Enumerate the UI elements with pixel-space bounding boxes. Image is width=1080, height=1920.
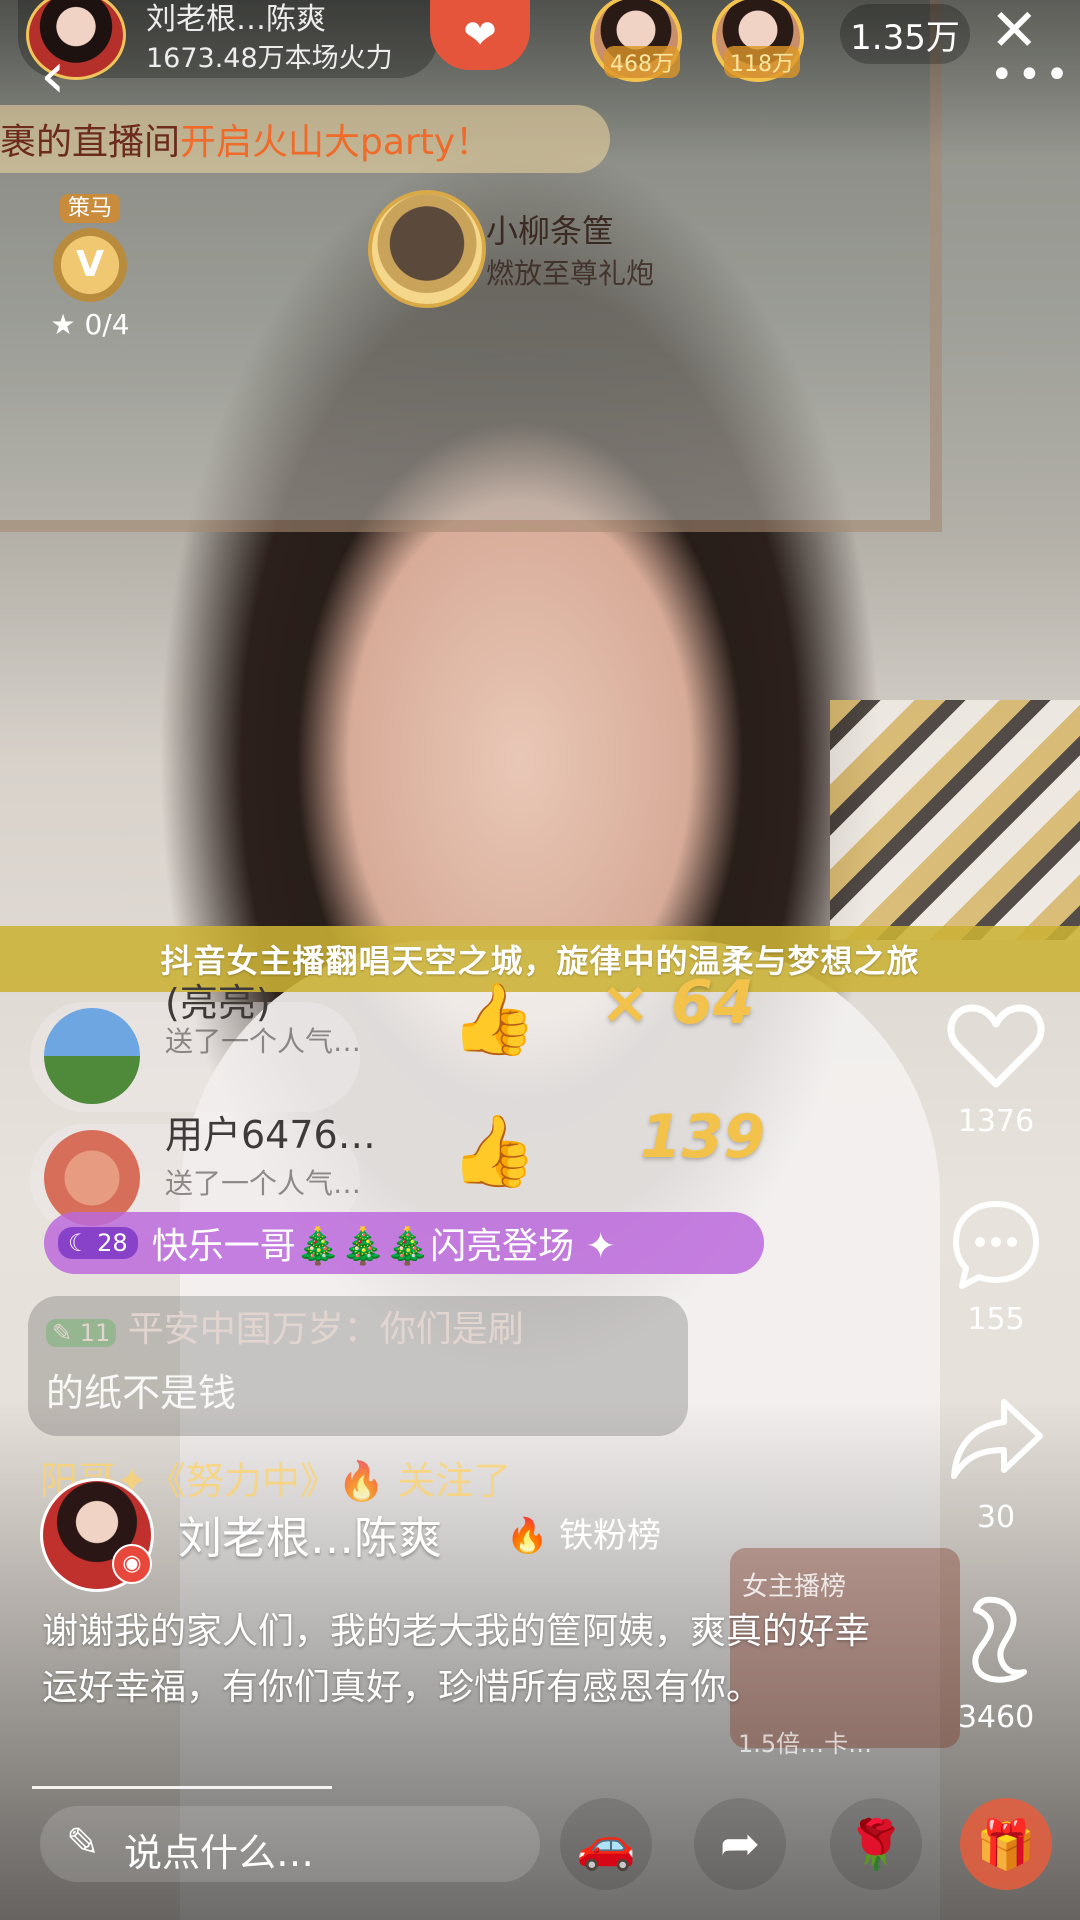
banner-prefix: 裹 xyxy=(0,122,37,163)
thumbs-up-icon: 👍 xyxy=(450,978,538,1060)
chat-message-line: 的纸不是钱 xyxy=(46,1371,237,1415)
party-banner: 裹 的直播间 开启火山大party！ xyxy=(0,105,610,173)
music-count: 3460 xyxy=(957,1700,1035,1735)
gift-button[interactable]: 🎁 xyxy=(960,1798,1052,1890)
level-badge: ✎ 11 xyxy=(46,1319,117,1347)
vip-task[interactable]: 策马 V ★ 0/4 xyxy=(30,190,150,341)
viewer-count[interactable]: 1.35万 xyxy=(840,4,970,64)
heart-icon: ❤ xyxy=(463,12,497,58)
share-count: 30 xyxy=(976,1500,1016,1535)
viewer-badge: 118万 xyxy=(724,46,800,78)
close-icon[interactable]: ✕ xyxy=(990,0,1039,60)
level-badge: ☾ 28 xyxy=(58,1227,138,1259)
vip-medal-icon: V xyxy=(53,228,127,302)
share-bottom-button[interactable]: ➦ xyxy=(694,1798,786,1890)
back-icon[interactable]: ‹ xyxy=(40,44,66,108)
gift-count: 139 xyxy=(640,1102,766,1172)
level-value: 28 xyxy=(97,1229,128,1257)
viewer-badge: 468万 xyxy=(604,46,680,78)
rose-icon: 🌹 xyxy=(846,1816,906,1873)
car-icon: 🚗 xyxy=(576,1816,636,1873)
entrant-avatar[interactable] xyxy=(368,190,486,308)
progress-bar[interactable] xyxy=(32,1786,332,1789)
live-badge-icon: ◉ xyxy=(112,1544,152,1584)
host-name: 刘老根…陈爽 xyxy=(146,2,326,37)
vip-tag: 策马 xyxy=(59,194,120,223)
banner-highlight: 开启火山大party！ xyxy=(180,122,492,163)
pillow xyxy=(830,700,1080,940)
heart-icon xyxy=(947,1004,1045,1088)
gift-desc: 送了一个人气… xyxy=(165,1167,362,1200)
title-bar: 抖音女主播翻唱天空之城，旋律中的温柔与梦想之旅 xyxy=(0,926,1080,992)
chat-message: 快乐一哥🎄🎄🎄闪亮登场 ✦ xyxy=(151,1226,616,1267)
car-gift-button[interactable]: 🚗 xyxy=(560,1798,652,1890)
vip-count: ★ 0/4 xyxy=(50,308,130,341)
chat-text: 平安中国万岁：你们是刷 xyxy=(127,1309,524,1350)
pencil-icon: ✎ xyxy=(66,1820,100,1866)
share-arrow-icon: ➦ xyxy=(719,1816,761,1872)
gifter-avatar[interactable] xyxy=(44,1008,140,1104)
like-button[interactable] xyxy=(946,1000,1046,1094)
entrant-action: 燃放至尊礼炮 xyxy=(486,257,655,290)
music-note-icon xyxy=(972,1596,1027,1683)
comment-icon xyxy=(953,1201,1039,1289)
gift-box-icon: 🎁 xyxy=(976,1816,1036,1873)
like-count: 1376 xyxy=(957,1104,1035,1139)
chat-entry-highlight[interactable]: ☾ 28 快乐一哥🎄🎄🎄闪亮登场 ✦ xyxy=(44,1212,764,1274)
host-heat: 1673.48万本场火力 xyxy=(146,43,393,74)
thumbs-up-icon: 👍 xyxy=(450,1110,538,1192)
gift-desc: 送了一个人气… xyxy=(165,1025,362,1058)
more-icon[interactable]: ••• xyxy=(990,52,1073,98)
share-button[interactable] xyxy=(946,1392,1046,1492)
follow-button[interactable]: ❤ xyxy=(430,0,530,70)
video-description: 谢谢我的家人们，我的老大我的筐阿姨，爽真的好幸运好幸福，有你们真好，珍惜所有感恩… xyxy=(42,1611,871,1708)
comment-count: 155 xyxy=(967,1302,1025,1337)
level-value: 11 xyxy=(79,1319,111,1347)
flame-icon: 🔥 xyxy=(506,1516,549,1556)
comment-button[interactable] xyxy=(946,1196,1046,1296)
share-icon xyxy=(951,1399,1043,1479)
gift-count: × 64 xyxy=(600,968,755,1038)
rank-sub: 1.5倍…卡… xyxy=(738,1730,873,1758)
author-name[interactable]: 刘老根…陈爽 xyxy=(178,1502,442,1566)
rose-gift-button[interactable]: 🌹 xyxy=(830,1798,922,1890)
comment-input-placeholder: 说点什么… xyxy=(124,1831,315,1875)
music-button[interactable] xyxy=(946,1592,1046,1692)
rank-title: 女主播榜 xyxy=(742,1572,847,1602)
fan-rank-tag[interactable]: 🔥 铁粉榜 xyxy=(506,1508,661,1557)
fan-rank-label: 铁粉榜 xyxy=(559,1516,662,1556)
gifter-name: (亮亮) xyxy=(165,981,271,1025)
chat-message-line: ✎ 11 平安中国万岁：你们是刷 xyxy=(46,1300,524,1352)
video-title: 抖音女主播翻唱天空之城，旋律中的温柔与梦想之旅 xyxy=(160,942,920,980)
entrant-name: 小柳条筐 xyxy=(486,212,615,250)
gifter-name: 用户6476… xyxy=(165,1113,376,1157)
banner-mid: 的直播间 xyxy=(36,122,181,163)
vip-count-value: 0/4 xyxy=(84,308,130,341)
